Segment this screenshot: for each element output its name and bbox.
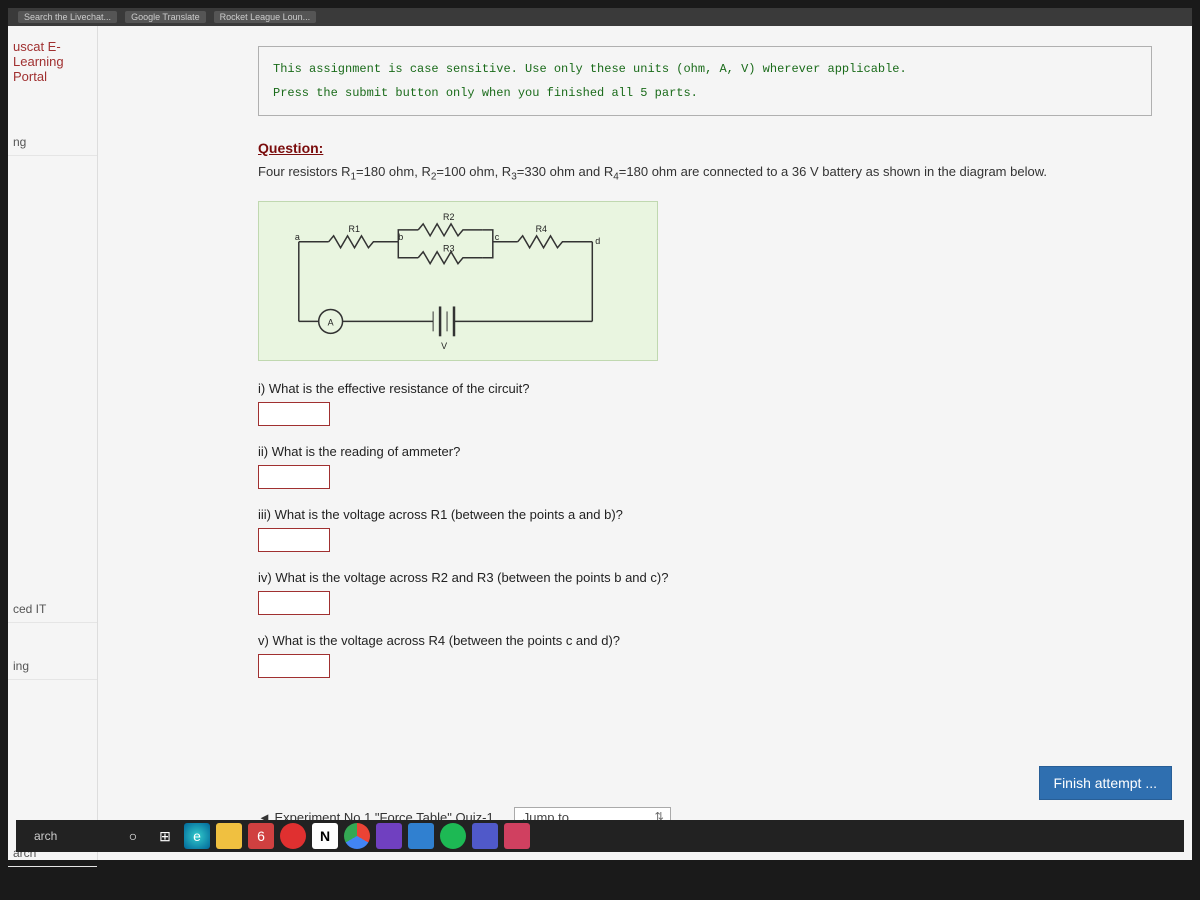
task-view-icon[interactable]: ⊞ [152,823,178,849]
opera-icon[interactable] [280,823,306,849]
sidebar-item[interactable]: ced IT [8,596,97,623]
bookmark-item[interactable]: Google Translate [125,11,206,23]
spotify-icon[interactable] [440,823,466,849]
diagram-label-r3: R3 [443,243,454,253]
question-label: v) What is the voltage across R4 (betwee… [258,633,1152,648]
app-icon[interactable]: 6 [248,823,274,849]
taskbar-search[interactable]: arch [24,825,114,847]
sidebar-item[interactable]: ng [8,129,97,156]
answer-input-q2[interactable] [258,465,330,489]
cortana-icon[interactable]: ○ [120,823,146,849]
chrome-icon[interactable] [344,823,370,849]
finish-attempt-button[interactable]: Finish attempt ... [1039,766,1172,800]
teams-icon[interactable] [472,823,498,849]
question-label: iii) What is the voltage across R1 (betw… [258,507,1152,522]
browser-bookmarks-bar: Search the Livechat... Google Translate … [8,8,1192,26]
bookmark-item[interactable]: Search the Livechat... [18,11,117,23]
diagram-node-a: a [295,231,300,241]
bookmark-item[interactable]: Rocket League Loun... [214,11,317,23]
windows-taskbar: arch ○ ⊞ e 6 N [16,820,1184,852]
question-label: ii) What is the reading of ammeter? [258,444,1152,459]
sidebar-item[interactable]: ing [8,653,97,680]
app-icon[interactable] [376,823,402,849]
store-icon[interactable] [408,823,434,849]
diagram-label-voltage: V [441,341,447,351]
question-label: i) What is the effective resistance of t… [258,381,1152,396]
question-text: Four resistors R1=180 ohm, R2=100 ohm, R… [258,164,1152,183]
instructions-box: This assignment is case sensitive. Use o… [258,46,1152,116]
subquestions: i) What is the effective resistance of t… [258,381,1152,678]
diagram-label-r4: R4 [536,223,547,233]
snip-icon[interactable] [504,823,530,849]
question-header: Question: [258,140,1152,156]
answer-input-q5[interactable] [258,654,330,678]
notion-icon[interactable]: N [312,823,338,849]
diagram-label-ammeter: A [328,317,334,327]
diagram-node-c: c [495,231,500,241]
edge-icon[interactable]: e [184,823,210,849]
main-content: This assignment is case sensitive. Use o… [98,26,1192,860]
monitor-frame: Search the Livechat... Google Translate … [0,0,1200,900]
answer-input-q3[interactable] [258,528,330,552]
instruction-line: Press the submit button only when you fi… [273,81,1137,105]
circuit-diagram: a R1 b R2 R3 c R4 d A V [258,201,658,361]
portal-title: uscat E-Learning Portal [8,34,97,89]
answer-input-q4[interactable] [258,591,330,615]
diagram-node-b: b [398,231,403,241]
question-label: iv) What is the voltage across R2 and R3… [258,570,1152,585]
file-explorer-icon[interactable] [216,823,242,849]
answer-input-q1[interactable] [258,402,330,426]
diagram-node-d: d [595,235,600,245]
instruction-line: This assignment is case sensitive. Use o… [273,57,1137,81]
diagram-label-r2: R2 [443,212,454,222]
sidebar: uscat E-Learning Portal ng ced IT ing ar… [8,26,98,860]
diagram-label-r1: R1 [349,223,360,233]
